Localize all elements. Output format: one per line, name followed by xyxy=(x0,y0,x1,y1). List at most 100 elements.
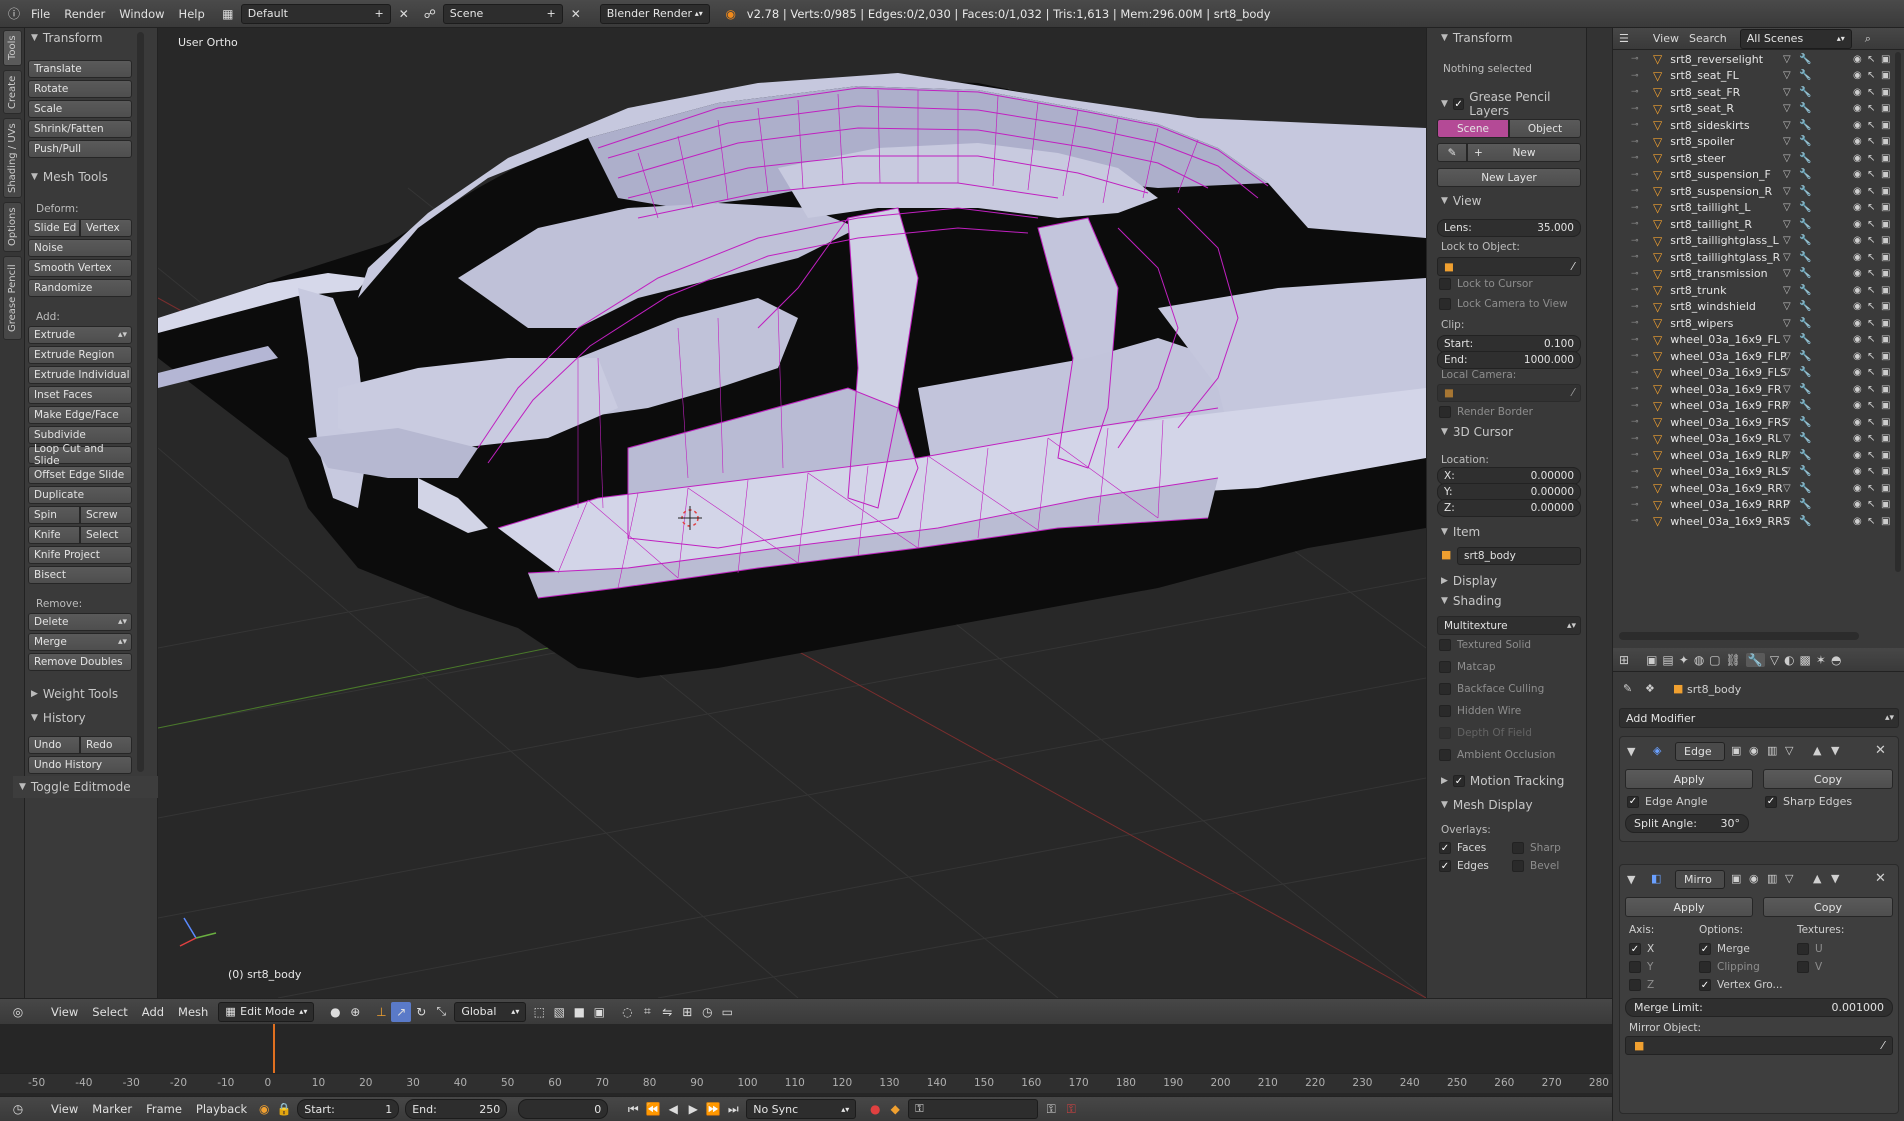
cage-toggle-icon[interactable]: ▽ xyxy=(1785,872,1793,885)
restrict-render-icon[interactable]: ▣ xyxy=(1881,153,1890,164)
checkbox[interactable]: ✓ xyxy=(1699,943,1711,955)
new-layer-button[interactable]: New Layer xyxy=(1437,168,1581,187)
properties-editor-icon[interactable]: ⊞ xyxy=(1619,653,1629,667)
restrict-view-icon[interactable]: ◉ xyxy=(1853,301,1862,312)
item-name-field[interactable]: srt8_body xyxy=(1457,547,1581,565)
editmode-toggle-icon[interactable]: ▥ xyxy=(1767,744,1777,757)
face-select-icon[interactable]: ■ xyxy=(569,1002,589,1022)
rotate-button[interactable]: Rotate xyxy=(28,80,132,98)
item-panel-header[interactable]: ▼ Item xyxy=(1441,525,1480,539)
shrink-fatten-button[interactable]: Shrink/Fatten xyxy=(28,120,132,138)
menu-render[interactable]: Render xyxy=(57,4,112,24)
restrict-view-icon[interactable]: ◉ xyxy=(1853,466,1862,477)
knife-select-button[interactable]: Select xyxy=(80,526,132,544)
edge-select-icon[interactable]: ▧ xyxy=(549,1002,569,1022)
outliner-item[interactable]: ⊸ ▽ srt8_reverselight ▽ 🔧 ◉ ↖ ▣ xyxy=(1613,51,1904,67)
proportional-edit-icon[interactable]: ◌ xyxy=(617,1002,637,1022)
tl-menu-marker[interactable]: Marker xyxy=(85,1099,139,1119)
restrict-render-icon[interactable]: ▣ xyxy=(1881,87,1890,98)
tab-options[interactable]: Options xyxy=(3,202,22,252)
restrict-render-icon[interactable]: ▣ xyxy=(1881,433,1890,444)
restrict-select-icon[interactable]: ↖ xyxy=(1867,318,1875,329)
add-layout-icon[interactable]: + xyxy=(375,7,384,20)
render-toggle-icon[interactable]: ▣ xyxy=(1731,872,1741,885)
timeline-ruler[interactable]: -50 -40 -30 -20 -10 0 10 20 30 40 50 60 70 80 90 100 110… xyxy=(0,1073,1612,1093)
tex-v-check[interactable]: V xyxy=(1797,961,1822,973)
outliner-item[interactable]: ⊸ ▽ srt8_suspension_R ▽ 🔧 ◉ ↖ ▣ xyxy=(1613,183,1904,199)
outliner-hscrollbar[interactable] xyxy=(1619,632,1859,640)
outliner-item[interactable]: ⊸ ▽ srt8_taillightglass_L ▽ 🔧 ◉ ↖ ▣ xyxy=(1613,233,1904,249)
outliner-item[interactable]: ⊸ ▽ wheel_03a_16x9_RLP ▽ 🔧 ◉ ↖ ▣ xyxy=(1613,447,1904,463)
undo-button[interactable]: Undo xyxy=(28,736,80,754)
constraint-context-icon[interactable]: ⛓ xyxy=(1726,653,1741,667)
restrict-view-icon[interactable]: ◉ xyxy=(1853,268,1862,279)
bisect-button[interactable]: Bisect xyxy=(28,566,132,584)
redo-button[interactable]: Redo xyxy=(80,736,132,754)
ambient-occlusion-check[interactable]: Ambient Occlusion xyxy=(1439,749,1555,761)
copy-button[interactable]: Copy xyxy=(1763,769,1893,789)
translate-button[interactable]: Translate xyxy=(28,60,132,78)
restrict-select-icon[interactable]: ↖ xyxy=(1867,54,1875,65)
restrict-render-icon[interactable]: ▣ xyxy=(1881,384,1890,395)
restrict-select-icon[interactable]: ↖ xyxy=(1867,169,1875,180)
outliner-item[interactable]: ⊸ ▽ wheel_03a_16x9_RL ▽ 🔧 ◉ ↖ ▣ xyxy=(1613,431,1904,447)
restrict-view-icon[interactable]: ◉ xyxy=(1853,169,1862,180)
viewport-shading-icon[interactable]: ● xyxy=(325,1002,345,1022)
edges-check[interactable]: ✓ Edges xyxy=(1439,860,1489,872)
clipping-check[interactable]: Clipping xyxy=(1699,961,1760,973)
checkbox[interactable] xyxy=(1439,661,1451,673)
restrict-render-icon[interactable]: ▣ xyxy=(1881,450,1890,461)
outliner-item[interactable]: ⊸ ▽ srt8_seat_R ▽ 🔧 ◉ ↖ ▣ xyxy=(1613,101,1904,117)
restrict-view-icon[interactable]: ◉ xyxy=(1853,318,1862,329)
restrict-view-icon[interactable]: ◉ xyxy=(1853,400,1862,411)
checkbox[interactable]: ✓ xyxy=(1765,795,1777,808)
randomize-button[interactable]: Randomize xyxy=(28,279,132,297)
smooth-vertex-button[interactable]: Smooth Vertex xyxy=(28,259,132,277)
modifier-name-field[interactable]: Edge xyxy=(1675,742,1725,761)
cursor-z-field[interactable]: Z: 0.00000 xyxy=(1437,499,1581,517)
jump-key-back-icon[interactable]: ⏪ xyxy=(643,1099,663,1119)
checkbox[interactable] xyxy=(1439,727,1451,739)
textured-solid-check[interactable]: Textured Solid xyxy=(1439,639,1531,651)
scale-button[interactable]: Scale xyxy=(28,100,132,118)
local-camera-field[interactable]: ■ ⁄ xyxy=(1437,384,1581,402)
eye-icon[interactable]: ◉ xyxy=(1749,872,1759,885)
render-context-icon[interactable]: ▣ xyxy=(1646,653,1657,667)
info-editor-icon[interactable]: ⓘ xyxy=(4,4,24,24)
restrict-select-icon[interactable]: ↖ xyxy=(1867,466,1875,477)
snap-element-icon[interactable]: ⊞ xyxy=(677,1002,697,1022)
faces-check[interactable]: ✓ Faces xyxy=(1439,842,1486,854)
lens-field[interactable]: Lens: 35.000 xyxy=(1437,219,1581,237)
jump-end-icon[interactable]: ⏭ xyxy=(723,1099,743,1119)
restrict-render-icon[interactable]: ▣ xyxy=(1881,70,1890,81)
restrict-view-icon[interactable]: ◉ xyxy=(1853,516,1862,527)
outliner-item[interactable]: ⊸ ▽ srt8_windshield ▽ 🔧 ◉ ↖ ▣ xyxy=(1613,299,1904,315)
rotate-manip-icon[interactable]: ↻ xyxy=(411,1002,431,1022)
restrict-render-icon[interactable]: ▣ xyxy=(1881,103,1890,114)
restrict-view-icon[interactable]: ◉ xyxy=(1853,120,1862,131)
restrict-view-icon[interactable]: ◉ xyxy=(1853,285,1862,296)
motion-tracking-header[interactable]: ▶ ✓ Motion Tracking xyxy=(1441,774,1564,788)
mirror-edit-icon[interactable]: ⇋ xyxy=(657,1002,677,1022)
checkbox[interactable] xyxy=(1439,278,1451,290)
restrict-select-icon[interactable]: ↖ xyxy=(1867,219,1875,230)
mesh-tools-header[interactable]: ▼ Mesh Tools xyxy=(31,170,108,184)
outliner-item[interactable]: ⊸ ▽ wheel_03a_16x9_FRP ▽ 🔧 ◉ ↖ ▣ xyxy=(1613,398,1904,414)
render-border-check[interactable]: Render Border xyxy=(1439,406,1533,418)
lock-icon[interactable]: 🔒 xyxy=(274,1099,294,1119)
weight-tools-header[interactable]: ▶ Weight Tools xyxy=(31,687,118,701)
object-context-icon[interactable]: ▢ xyxy=(1709,653,1720,667)
restrict-select-icon[interactable]: ↖ xyxy=(1867,516,1875,527)
render-toggle-icon[interactable]: ▣ xyxy=(1731,744,1741,757)
outliner-item[interactable]: ⊸ ▽ wheel_03a_16x9_FRS ▽ 🔧 ◉ ↖ ▣ xyxy=(1613,414,1904,430)
restrict-select-icon[interactable]: ↖ xyxy=(1867,450,1875,461)
outliner-item[interactable]: ⊸ ▽ srt8_taillightglass_R ▽ 🔧 ◉ ↖ ▣ xyxy=(1613,249,1904,265)
restrict-view-icon[interactable]: ◉ xyxy=(1853,103,1862,114)
scene-select[interactable]: Scene + xyxy=(442,3,563,24)
restrict-view-icon[interactable]: ◉ xyxy=(1853,450,1862,461)
restrict-render-icon[interactable]: ▣ xyxy=(1881,516,1890,527)
merge-check[interactable]: ✓ Merge xyxy=(1699,943,1750,955)
restrict-select-icon[interactable]: ↖ xyxy=(1867,252,1875,263)
eye-icon[interactable]: ◉ xyxy=(1749,744,1759,757)
vertex-slide-button[interactable]: Vertex xyxy=(80,219,132,237)
